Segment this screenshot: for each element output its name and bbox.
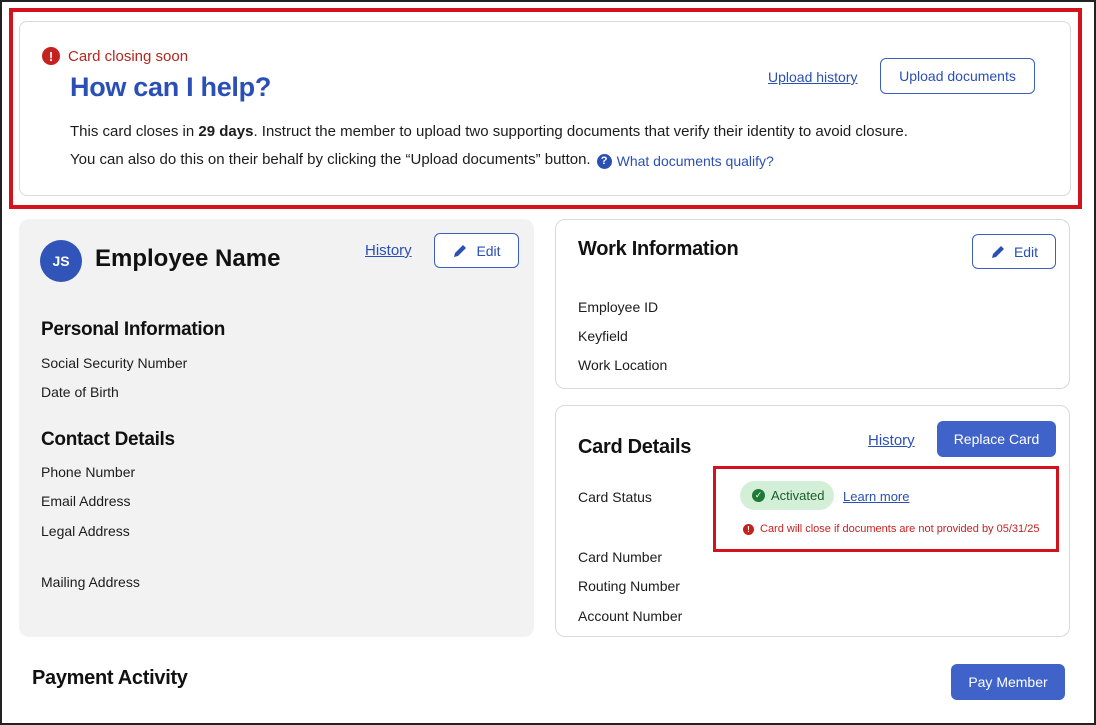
avatar: JS	[40, 240, 82, 282]
documents-qualify-link[interactable]: ? What documents qualify?	[596, 147, 774, 175]
alert-title: How can I help?	[70, 72, 272, 102]
employee-edit-button[interactable]: Edit	[434, 233, 519, 268]
status-highlight-outline	[713, 466, 1059, 552]
employee-card: JS Employee Name History Edit Personal I…	[19, 219, 534, 637]
alert-status-text: Card closing soon	[68, 47, 189, 65]
replace-card-label: Replace Card	[953, 431, 1040, 447]
mailing-address-label: Mailing Address	[41, 574, 140, 590]
days-remaining: 29 days	[198, 123, 254, 140]
routing-number-label: Routing Number	[578, 578, 680, 594]
pay-member-button[interactable]: Pay Member	[951, 664, 1065, 700]
phone-label: Phone Number	[41, 464, 136, 480]
question-circle-icon: ?	[596, 153, 612, 169]
documents-qualify-label: What documents qualify?	[616, 153, 774, 169]
alert-body-suffix: . Instruct the member to upload two supp…	[253, 123, 908, 140]
exclamation-circle-icon: !	[42, 47, 60, 65]
card-details-title: Card Details	[578, 436, 692, 458]
pay-member-label: Pay Member	[968, 674, 1048, 690]
upload-history-link[interactable]: Upload history	[768, 69, 858, 85]
employee-edit-label: Edit	[476, 242, 501, 259]
employee-history-link[interactable]: History	[365, 242, 412, 259]
work-edit-label: Edit	[1013, 243, 1039, 260]
work-edit-button[interactable]: Edit	[972, 234, 1056, 269]
email-label: Email Address	[41, 493, 131, 509]
work-location-label: Work Location	[578, 357, 668, 373]
contact-details-title: Contact Details	[41, 429, 175, 450]
replace-card-button[interactable]: Replace Card	[937, 421, 1056, 457]
employee-name: Employee Name	[95, 245, 281, 272]
alert-body-line-1: This card closes in 29 days. Instruct th…	[70, 118, 908, 146]
card-closing-alert: ! Card closing soon How can I help? This…	[19, 21, 1071, 196]
ssn-label: Social Security Number	[41, 355, 188, 371]
account-number-label: Account Number	[578, 608, 683, 624]
dob-label: Date of Birth	[41, 384, 119, 400]
alert-body-prefix: This card closes in	[70, 123, 199, 140]
alert-status: ! Card closing soon	[42, 47, 188, 65]
upload-documents-button[interactable]: Upload documents	[880, 58, 1035, 94]
alert-body-line-2-text: You can also do this on their behalf by …	[70, 151, 591, 168]
keyfield-label: Keyfield	[578, 328, 628, 344]
alert-body: This card closes in 29 days. Instruct th…	[70, 118, 908, 175]
card-history-link[interactable]: History	[868, 432, 915, 449]
alert-body-line-2: You can also do this on their behalf by …	[70, 146, 908, 175]
pencil-icon	[991, 245, 1004, 258]
employee-id-label: Employee ID	[578, 299, 659, 315]
card-number-label: Card Number	[578, 549, 663, 565]
payment-activity-title: Payment Activity	[32, 667, 188, 689]
pencil-icon	[454, 244, 467, 257]
card-status-label: Card Status	[578, 489, 652, 505]
legal-address-label: Legal Address	[41, 523, 130, 539]
work-information-title: Work Information	[578, 238, 739, 260]
personal-information-title: Personal Information	[41, 319, 226, 340]
work-information-card: Work Information Edit Employee ID Keyfie…	[555, 219, 1070, 389]
upload-documents-label: Upload documents	[899, 68, 1016, 84]
